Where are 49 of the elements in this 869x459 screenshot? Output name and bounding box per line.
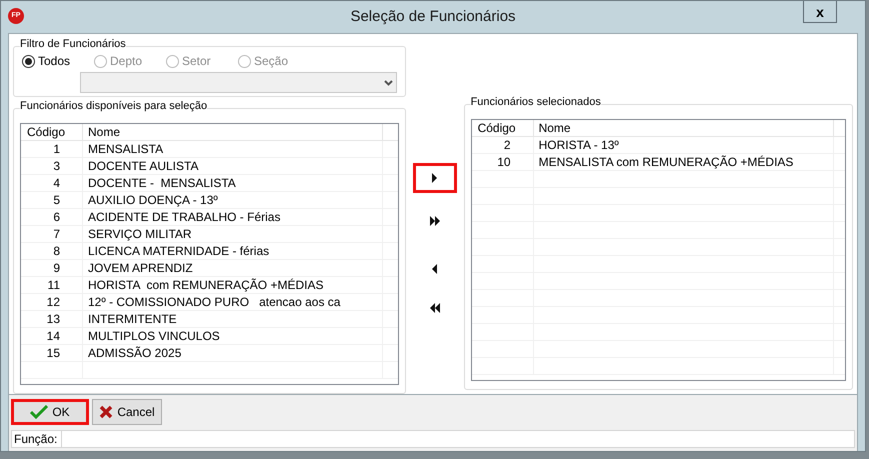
status-label: Função: [12,430,62,448]
table-cell: 13 [21,311,83,327]
table-cell: DOCENTE - MENSALISTA [83,175,383,191]
table-cell: DOCENTE AULISTA [83,158,383,174]
table-cell: 7 [21,226,83,242]
group-title: Filtro de Funcionários [20,39,126,50]
table-cell: 12 [21,294,83,310]
column-header[interactable]: Código [21,124,83,140]
table-cell: 2 [472,137,534,153]
list-table[interactable]: Código Nome 2 HORISTA - 13º 10 MENSALISTA com REMUNERAÇÃO +MÉDIAS [470,119,846,381]
column-header[interactable]: Nome [534,120,834,136]
column-header[interactable]: Código [472,120,534,136]
table-cell: 4 [21,175,83,191]
chevron-down-icon [384,80,393,86]
table-cell: 6 [21,209,83,225]
close-icon [99,405,114,419]
group-title: Funcionários selecionados [470,97,601,108]
table-cell: 1 [21,141,83,157]
table-cell: MENSALISTA com REMUNERAÇÃO +MÉDIAS [534,154,834,170]
table-cell: 15 [21,345,83,361]
table-cell: 14 [21,328,83,344]
table-cell: 8 [21,243,83,259]
table-cell: 5 [21,192,83,208]
close-button[interactable]: x [803,1,837,23]
table-cell: MULTIPLOS VINCULOS [83,328,383,344]
table-cell: 10 [472,154,534,170]
table-cell: LICENCA MATERNIDADE - férias [83,243,383,259]
double-arrow-right-icon [428,215,441,227]
table-cell: ACIDENTE DE TRABALHO - Férias [83,209,383,225]
column-header[interactable]: Nome [83,124,383,140]
table-cell: AUXILIO DOENÇA - 13º [83,192,383,208]
ok-button[interactable]: OK [11,399,89,425]
checkmark-icon [30,405,48,419]
table-cell: HORISTA com REMUNERAÇÃO +MÉDIAS [83,277,383,293]
window-title: Seleção de Funcionários [350,6,516,27]
table-cell: INTERMITENTE [83,311,383,327]
cancel-button[interactable]: Cancel [92,399,162,425]
table-cell: 12º - COMISSIONADO PURO atencao aos ca [83,294,383,310]
table-cell: SERVIÇO MILITAR [83,226,383,242]
table-cell: JOVEM APRENDIZ [83,260,383,276]
table-cell: HORISTA - 13º [534,137,834,153]
table-cell: ADMISSÃO 2025 [83,345,383,361]
group-title: Funcionários disponíveis para seleção [20,101,208,112]
table-cell: 9 [21,260,83,276]
table-cell: 3 [21,158,83,174]
table-cell: 11 [21,277,83,293]
radio-button[interactable]: Todos [22,52,94,70]
table-cell: MENSALISTA [83,141,383,157]
double-arrow-left-icon [428,302,441,314]
